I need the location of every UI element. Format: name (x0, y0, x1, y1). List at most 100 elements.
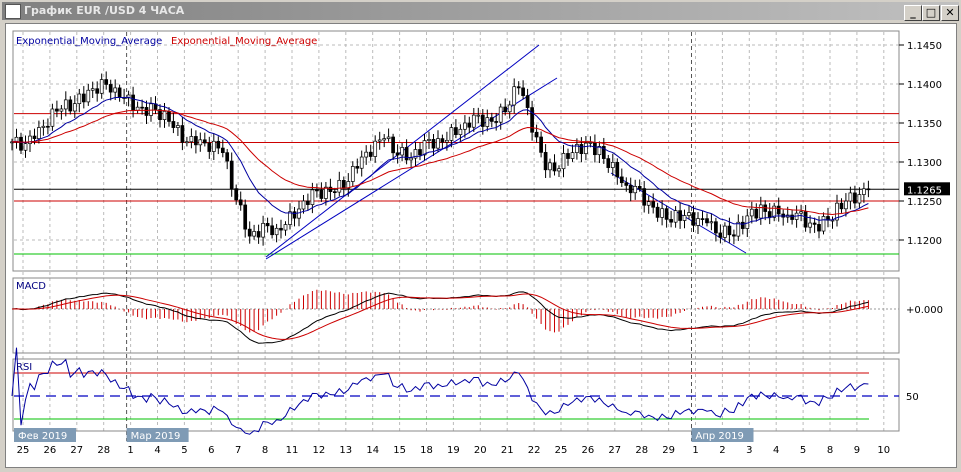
chart-area[interactable]: Exponential_Moving_Average Exponential_M… (5, 23, 957, 468)
candle-body (261, 222, 265, 238)
date-label: 2 (719, 445, 725, 456)
candle-body (404, 147, 409, 161)
rsi-line (11, 347, 869, 435)
candle-body (382, 138, 387, 141)
candle-body (651, 201, 656, 208)
candle-body (723, 225, 727, 238)
candle-body (458, 128, 463, 135)
candle-body (189, 136, 194, 143)
candle-body (386, 136, 391, 139)
candle-body (817, 224, 821, 232)
candle-body (46, 125, 50, 128)
candle-body (104, 79, 109, 85)
candle-body (862, 188, 866, 195)
candle-body (727, 225, 732, 236)
candle-body (377, 139, 382, 142)
main-panel (12, 30, 900, 272)
current-price-label: 1.1265 (907, 185, 942, 196)
candle-body (422, 140, 427, 156)
candle-body (848, 192, 853, 202)
candle-body (265, 222, 270, 227)
candle-body (736, 221, 741, 237)
candle-body (593, 142, 597, 156)
candle-body (211, 140, 216, 152)
candle-body (866, 188, 871, 191)
date-label: 1 (127, 445, 133, 456)
candle-body (507, 104, 512, 113)
candle-body (117, 87, 122, 98)
candle-body (225, 152, 230, 162)
candle-body (41, 125, 46, 128)
candle-body (234, 188, 239, 201)
candle-body (678, 210, 682, 221)
candle-body (99, 79, 104, 94)
candle-body (256, 231, 261, 238)
month-label: Апр 2019 (696, 431, 744, 442)
candle-body (324, 186, 328, 199)
candle-body (485, 117, 490, 127)
date-label: 21 (501, 445, 514, 456)
candle-body (185, 141, 189, 144)
date-label: 26 (44, 445, 57, 456)
candle-body (476, 114, 481, 117)
candle-body (395, 152, 400, 156)
date-label: 22 (528, 445, 541, 456)
candle-body (63, 99, 68, 110)
window-title: График EUR /USD 4 ЧАСА (24, 4, 185, 17)
candle-body (691, 212, 696, 226)
candle-body (409, 157, 413, 161)
date-label: 18 (420, 445, 433, 456)
candle-body (637, 185, 642, 189)
candle-body (799, 211, 803, 214)
minimize-button[interactable]: _ (904, 5, 922, 21)
date-label: 5 (181, 445, 187, 456)
candle-body (776, 205, 781, 215)
candle-body (767, 211, 772, 218)
date-label: 27 (70, 445, 83, 456)
candle-body (803, 211, 808, 228)
candle-body (539, 136, 543, 153)
candle-body (337, 180, 342, 193)
candle-body (480, 114, 485, 127)
rsi-50-label: 50 (906, 392, 919, 403)
candle-body (561, 153, 566, 170)
date-label: 4 (773, 445, 779, 456)
candle-body (790, 214, 794, 220)
candle-body (247, 228, 252, 237)
candle-body (669, 219, 673, 223)
candle-body (700, 218, 705, 220)
maximize-button[interactable]: □ (922, 5, 940, 21)
candle-body (655, 206, 660, 218)
candle-body (454, 127, 458, 135)
chart-svg[interactable]: Exponential_Moving_Average Exponential_M… (6, 24, 956, 467)
candle-body (301, 200, 306, 210)
candle-body (341, 180, 346, 189)
price-label: 1.1250 (907, 197, 942, 208)
candle-body (306, 200, 310, 205)
close-button[interactable]: ✕ (941, 5, 959, 21)
candle-body (292, 211, 297, 219)
candle-body (521, 87, 525, 96)
candle-body (95, 88, 100, 94)
candle-body (498, 106, 503, 123)
candle-body (844, 200, 848, 210)
candle-body (400, 147, 404, 156)
candle-body (216, 140, 221, 149)
candle-body (50, 108, 55, 127)
price-label: 1.1300 (907, 158, 942, 169)
candle-body (288, 211, 292, 225)
candle-body (23, 143, 28, 151)
candle-body (427, 139, 431, 141)
price-label: 1.1450 (907, 41, 942, 52)
date-label: 9 (854, 445, 860, 456)
candle-body (72, 103, 77, 112)
date-label: 3 (746, 445, 752, 456)
candle-body (162, 110, 167, 120)
legend-ema-fast: Exponential_Moving_Average (16, 36, 162, 47)
candle-body (463, 122, 467, 130)
candle-body (471, 114, 476, 128)
rsi-panel (12, 358, 900, 432)
candle-body (570, 152, 575, 159)
candle-body (821, 216, 826, 232)
candle-body (588, 142, 593, 144)
